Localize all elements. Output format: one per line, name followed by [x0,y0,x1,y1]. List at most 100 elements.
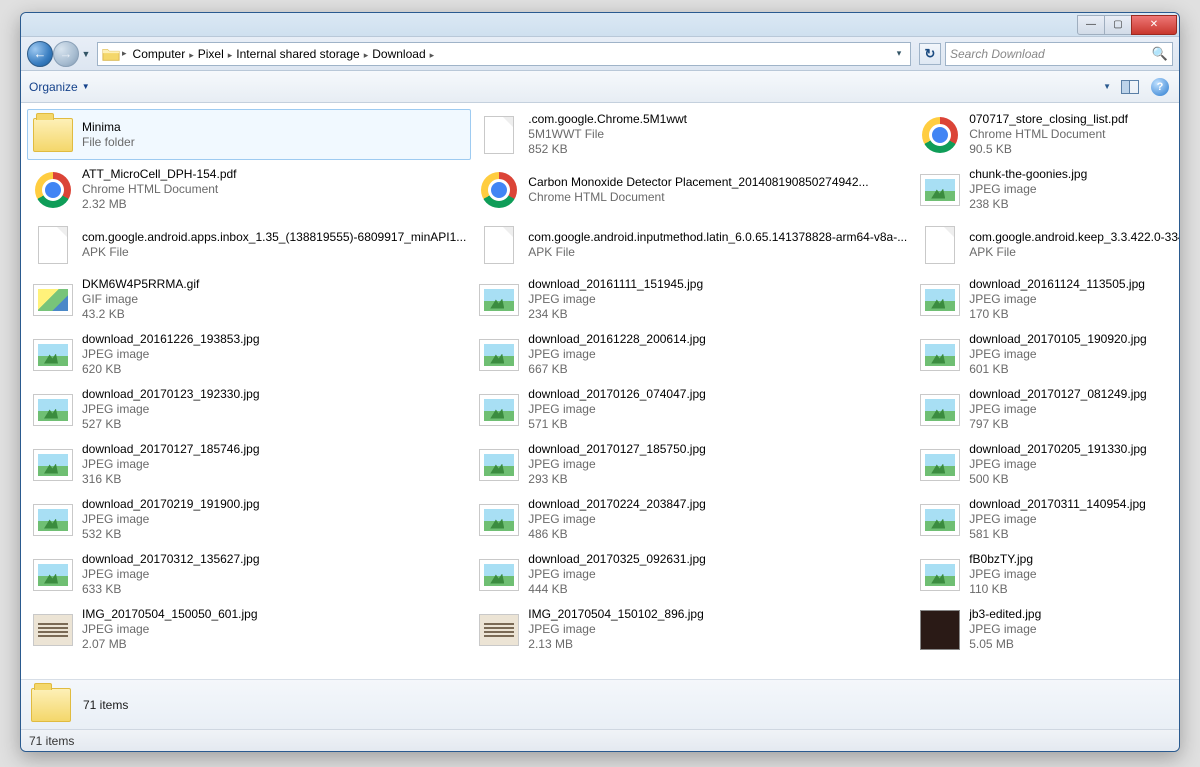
image-icon [919,554,961,596]
file-name: download_20170127_081249.jpg [969,387,1179,402]
image-icon [478,554,520,596]
file-type: JPEG image [528,567,907,582]
file-text: download_20170219_191900.jpgJPEG image53… [82,497,466,542]
file-text: download_20170105_190920.jpgJPEG image60… [969,332,1179,377]
breadcrumb-download[interactable]: Download [368,45,429,63]
address-dropdown[interactable]: ▾ [890,48,908,59]
file-name: download_20170126_074047.jpg [528,387,907,402]
file-item[interactable]: com.google.android.keep_3.3.422.0-334220… [914,219,1179,270]
chrome-icon [919,114,961,156]
organize-menu[interactable]: Organize ▼ [29,80,90,94]
thumbnail-icon [919,609,961,651]
file-item[interactable]: download_20170127_185750.jpgJPEG image29… [473,439,912,490]
file-item[interactable]: download_20161111_151945.jpgJPEG image23… [473,274,912,325]
refresh-button[interactable]: ↻ [919,43,941,65]
file-text: chunk-the-goonies.jpgJPEG image238 KB [969,167,1179,212]
file-type: JPEG image [969,292,1179,307]
file-text: IMG_20170504_150050_601.jpgJPEG image2.0… [82,607,466,652]
file-name: download_20170123_192330.jpg [82,387,466,402]
back-button[interactable]: ← [27,41,53,67]
file-text: download_20170325_092631.jpgJPEG image44… [528,552,907,597]
file-size: 43.2 KB [82,307,466,322]
file-name: download_20161124_113505.jpg [969,277,1179,292]
file-text: IMG_20170504_150102_896.jpgJPEG image2.1… [528,607,907,652]
file-size: 571 KB [528,417,907,432]
file-item[interactable]: download_20170224_203847.jpgJPEG image48… [473,494,912,545]
file-name: IMG_20170504_150050_601.jpg [82,607,466,622]
file-item[interactable]: ATT_MicroCell_DPH-154.pdfChrome HTML Doc… [27,164,471,215]
preview-pane-button[interactable] [1119,76,1141,98]
close-button[interactable]: ✕ [1131,15,1177,35]
help-button[interactable]: ? [1149,76,1171,98]
generic-file-icon [478,224,520,266]
file-item[interactable]: DKM6W4P5RRMA.gifGIF image43.2 KB [27,274,471,325]
file-item[interactable]: download_20170126_074047.jpgJPEG image57… [473,384,912,435]
file-text: com.google.android.apps.inbox_1.35_(1388… [82,230,466,260]
search-icon: 🔍 [1152,46,1168,62]
file-item[interactable]: download_20161226_193853.jpgJPEG image62… [27,329,471,380]
breadcrumb-pixel[interactable]: Pixel [194,45,228,63]
image-icon [919,169,961,211]
history-dropdown[interactable]: ▼ [79,49,93,59]
image-icon [919,279,961,321]
breadcrumb-internal-shared-storage[interactable]: Internal shared storage [232,45,363,63]
file-item[interactable]: jb3-edited.jpgJPEG image5.05 MB [914,604,1179,655]
file-name: download_20170311_140954.jpg [969,497,1179,512]
file-item[interactable]: download_20170325_092631.jpgJPEG image44… [473,549,912,600]
file-type: JPEG image [969,567,1179,582]
search-input[interactable]: Search Download 🔍 [945,42,1173,66]
address-bar[interactable]: ▸ Computer▸Pixel▸Internal shared storage… [97,42,911,66]
file-type: JPEG image [82,457,466,472]
file-item[interactable]: MinimaFile folder [27,109,471,160]
maximize-button[interactable]: ▢ [1104,15,1132,35]
file-item[interactable]: download_20170127_185746.jpgJPEG image31… [27,439,471,490]
file-item[interactable]: com.google.android.inputmethod.latin_6.0… [473,219,912,270]
forward-button[interactable]: → [53,41,79,67]
file-item[interactable]: com.google.android.apps.inbox_1.35_(1388… [27,219,471,270]
file-text: download_20170126_074047.jpgJPEG image57… [528,387,907,432]
file-item[interactable]: .com.google.Chrome.5M1wwt5M1WWT File852 … [473,109,912,160]
status-text: 71 items [29,734,74,748]
file-list-area[interactable]: MinimaFile folder.com.google.Chrome.5M1w… [21,103,1179,679]
file-item[interactable]: download_20170127_081249.jpgJPEG image79… [914,384,1179,435]
image-icon [919,444,961,486]
file-text: com.google.android.keep_3.3.422.0-334220… [969,230,1179,260]
breadcrumb-computer[interactable]: Computer [129,45,190,63]
file-item[interactable]: 070717_store_closing_list.pdfChrome HTML… [914,109,1179,160]
file-item[interactable]: download_20161228_200614.jpgJPEG image66… [473,329,912,380]
file-item[interactable]: chunk-the-goonies.jpgJPEG image238 KB [914,164,1179,215]
file-item[interactable]: download_20170105_190920.jpgJPEG image60… [914,329,1179,380]
file-item[interactable]: Carbon Monoxide Detector Placement_20140… [473,164,912,215]
file-type: JPEG image [528,402,907,417]
file-name: .com.google.Chrome.5M1wwt [528,112,907,127]
file-type: JPEG image [528,457,907,472]
file-text: download_20170311_140954.jpgJPEG image58… [969,497,1179,542]
minimize-button[interactable]: — [1077,15,1105,35]
file-size: 110 KB [969,582,1179,597]
file-name: download_20170105_190920.jpg [969,332,1179,347]
file-text: Carbon Monoxide Detector Placement_20140… [528,175,907,205]
file-item[interactable]: IMG_20170504_150050_601.jpgJPEG image2.0… [27,604,471,655]
file-size: 2.07 MB [82,637,466,652]
file-type: JPEG image [82,402,466,417]
file-name: fB0bzTY.jpg [969,552,1179,567]
chevron-down-icon: ▼ [82,82,90,91]
file-type: APK File [969,245,1179,260]
file-item[interactable]: download_20170123_192330.jpgJPEG image52… [27,384,471,435]
file-item[interactable]: download_20170205_191330.jpgJPEG image50… [914,439,1179,490]
thumbnail-icon [32,609,74,651]
file-text: download_20170123_192330.jpgJPEG image52… [82,387,466,432]
toolbar: Organize ▼ ▼ ? [21,71,1179,103]
file-item[interactable]: download_20170219_191900.jpgJPEG image53… [27,494,471,545]
image-icon [32,389,74,431]
file-item[interactable]: download_20161124_113505.jpgJPEG image17… [914,274,1179,325]
file-item[interactable]: download_20170311_140954.jpgJPEG image58… [914,494,1179,545]
image-icon [478,444,520,486]
file-item[interactable]: download_20170312_135627.jpgJPEG image63… [27,549,471,600]
image-icon [32,499,74,541]
file-item[interactable]: fB0bzTY.jpgJPEG image110 KB [914,549,1179,600]
view-options-button[interactable]: ▼ [1089,76,1111,98]
titlebar[interactable]: — ▢ ✕ [21,13,1179,37]
file-type: JPEG image [969,402,1179,417]
file-item[interactable]: IMG_20170504_150102_896.jpgJPEG image2.1… [473,604,912,655]
